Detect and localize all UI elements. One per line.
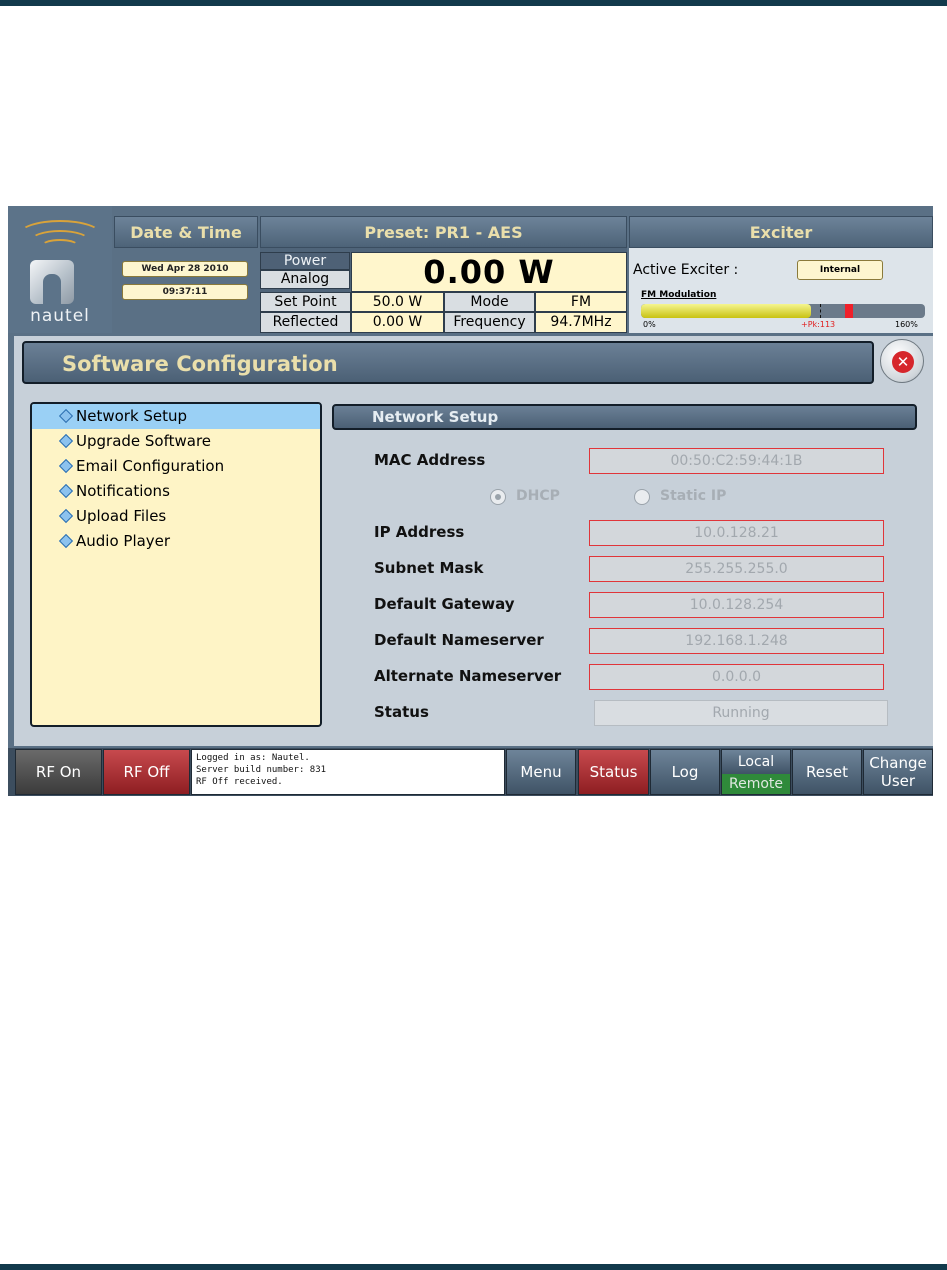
mac-address-label: MAC Address bbox=[374, 451, 486, 469]
static-ip-label: Static IP bbox=[660, 488, 727, 504]
alternate-nameserver-label: Alternate Nameserver bbox=[374, 667, 562, 685]
nav-item-label: Network Setup bbox=[76, 407, 188, 425]
fm-scale-max: 160% bbox=[895, 320, 918, 329]
subnet-mask-label: Subnet Mask bbox=[374, 559, 484, 577]
diamond-bullet-icon bbox=[58, 508, 74, 524]
transmitter-screen: nautel Date & Time Wed Apr 28 2010 09:37… bbox=[8, 206, 933, 796]
reflected-label: Reflected bbox=[260, 312, 351, 333]
fm-modulation-label: FM Modulation bbox=[641, 290, 717, 300]
nav-item-audio-player[interactable]: Audio Player bbox=[32, 529, 320, 554]
log-line: Server build number: 831 bbox=[196, 765, 327, 775]
remote-option[interactable]: Remote bbox=[722, 774, 790, 794]
mode-value: FM bbox=[535, 292, 627, 312]
dhcp-label: DHCP bbox=[516, 488, 560, 504]
close-icon: ✕ bbox=[892, 351, 914, 373]
default-nameserver-field[interactable]: 192.168.1.248 bbox=[589, 628, 884, 654]
status-button[interactable]: Status bbox=[578, 749, 649, 795]
dialog-title-bar: Software Configuration bbox=[22, 341, 874, 384]
date-display: Wed Apr 28 2010 bbox=[122, 261, 248, 277]
reset-button[interactable]: Reset bbox=[792, 749, 862, 795]
logo-panel: nautel bbox=[8, 206, 112, 333]
default-gateway-label: Default Gateway bbox=[374, 595, 515, 613]
nav-item-label: Upgrade Software bbox=[76, 432, 212, 450]
network-setup-header: Network Setup bbox=[332, 404, 917, 430]
local-option[interactable]: Local bbox=[722, 750, 790, 774]
page-top-rule bbox=[0, 0, 947, 6]
diamond-bullet-icon bbox=[58, 483, 74, 499]
menu-button[interactable]: Menu bbox=[506, 749, 576, 795]
subnet-mask-field[interactable]: 255.255.255.0 bbox=[589, 556, 884, 582]
default-gateway-field[interactable]: 10.0.128.254 bbox=[589, 592, 884, 618]
active-exciter-value: Internal bbox=[797, 260, 883, 280]
dialog-title: Software Configuration bbox=[62, 352, 338, 376]
alternate-nameserver-field[interactable]: 0.0.0.0 bbox=[589, 664, 884, 690]
date-time-title: Date & Time bbox=[114, 216, 258, 248]
mac-address-field[interactable]: 00:50:C2:59:44:1B bbox=[589, 448, 884, 474]
log-button[interactable]: Log bbox=[650, 749, 720, 795]
radio-icon bbox=[490, 489, 506, 505]
diamond-bullet-icon bbox=[58, 533, 74, 549]
change-user-label: Change bbox=[869, 754, 927, 772]
nav-item-notifications[interactable]: Notifications bbox=[32, 479, 320, 504]
page-bottom-rule bbox=[0, 1264, 947, 1270]
rf-on-button[interactable]: RF On bbox=[15, 749, 102, 795]
network-setup-title: Network Setup bbox=[372, 408, 499, 426]
diamond-bullet-icon bbox=[58, 458, 74, 474]
status-label: Status bbox=[374, 703, 429, 721]
nav-item-network-setup[interactable]: Network Setup bbox=[32, 404, 320, 429]
preset-title: Preset: PR1 - AES bbox=[260, 216, 627, 248]
rf-off-button[interactable]: RF Off bbox=[103, 749, 190, 795]
status-log-area: Logged in as: Nautel. Server build numbe… bbox=[191, 749, 505, 795]
diamond-bullet-icon bbox=[58, 433, 74, 449]
log-line: RF Off received. bbox=[196, 777, 283, 787]
fm-modulation-level bbox=[641, 304, 811, 318]
active-exciter-label: Active Exciter : bbox=[633, 262, 739, 278]
config-nav-list: Network Setup Upgrade Software Email Con… bbox=[30, 402, 322, 727]
fm-modulation-meter bbox=[641, 304, 925, 318]
close-button[interactable]: ✕ bbox=[880, 339, 924, 383]
nav-item-label: Notifications bbox=[76, 482, 170, 500]
fm-scale-min: 0% bbox=[643, 320, 656, 329]
nav-item-upload-files[interactable]: Upload Files bbox=[32, 504, 320, 529]
exciter-title: Exciter bbox=[629, 216, 933, 248]
nautel-logo-icon bbox=[30, 260, 74, 304]
nav-item-label: Audio Player bbox=[76, 532, 171, 550]
reflected-value: 0.00 W bbox=[351, 312, 444, 333]
analog-tab[interactable]: Analog bbox=[260, 270, 350, 289]
time-display: 09:37:11 bbox=[122, 284, 248, 300]
nav-item-email-configuration[interactable]: Email Configuration bbox=[32, 454, 320, 479]
status-field: Running bbox=[594, 700, 888, 726]
forward-power-value: 0.00 W bbox=[351, 252, 627, 292]
nav-item-upgrade-software[interactable]: Upgrade Software bbox=[32, 429, 320, 454]
set-point-value: 50.0 W bbox=[351, 292, 444, 312]
ip-address-field[interactable]: 10.0.128.21 bbox=[589, 520, 884, 546]
log-line: Logged in as: Nautel. bbox=[196, 753, 310, 763]
fm-modulation-peak-marker bbox=[845, 304, 853, 318]
set-point-label: Set Point bbox=[260, 292, 351, 312]
radio-icon bbox=[634, 489, 650, 505]
exciter-panel: Active Exciter : Internal FM Modulation … bbox=[629, 248, 933, 333]
mode-label: Mode bbox=[444, 292, 535, 312]
date-time-panel: Wed Apr 28 2010 09:37:11 bbox=[114, 248, 258, 333]
frequency-value: 94.7MHz bbox=[535, 312, 627, 333]
nav-item-label: Email Configuration bbox=[76, 457, 225, 475]
software-configuration-dialog: Software Configuration ✕ Network Setup U… bbox=[14, 336, 933, 746]
frequency-label: Frequency bbox=[444, 312, 535, 333]
fm-modulation-limit-marker bbox=[820, 304, 821, 318]
change-user-button[interactable]: Change User bbox=[863, 749, 933, 795]
local-remote-toggle[interactable]: Local Remote bbox=[721, 749, 791, 795]
logo-text: nautel bbox=[30, 306, 90, 326]
change-user-label: User bbox=[880, 772, 916, 790]
ip-address-label: IP Address bbox=[374, 523, 465, 541]
default-nameserver-label: Default Nameserver bbox=[374, 631, 544, 649]
bottom-toolbar: RF On RF Off Logged in as: Nautel. Serve… bbox=[8, 748, 933, 796]
nav-item-label: Upload Files bbox=[76, 507, 167, 525]
power-tab[interactable]: Power bbox=[260, 252, 350, 270]
preset-panel: Power Analog 0.00 W Set Point 50.0 W Mod… bbox=[260, 248, 627, 333]
fm-peak-label: +Pk:113 bbox=[801, 320, 836, 329]
diamond-bullet-icon bbox=[58, 408, 74, 424]
signal-arc-icon bbox=[41, 239, 79, 253]
